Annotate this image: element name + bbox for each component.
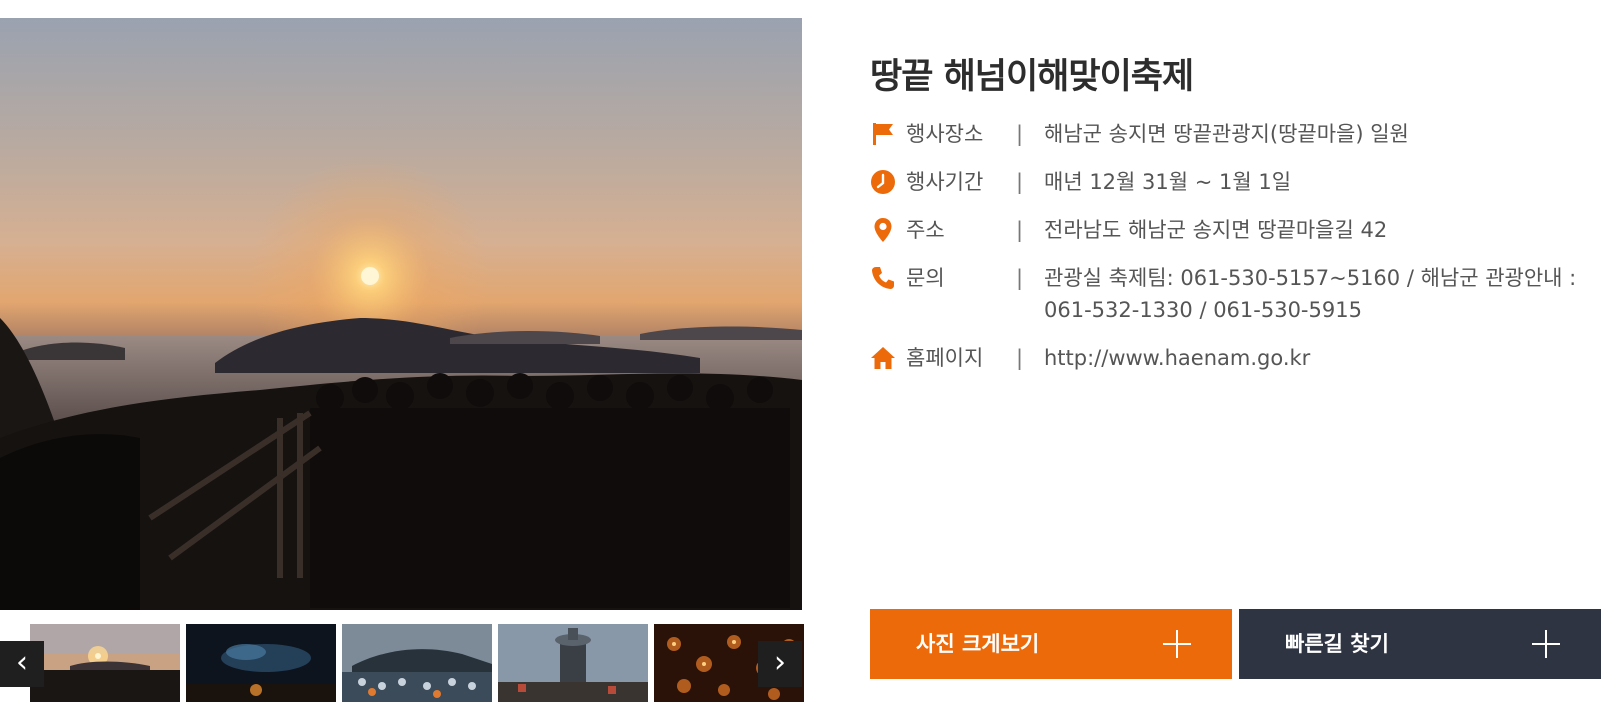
info-label: 행사장소 <box>906 122 984 146</box>
info-value-period: 매년 12월 31월 ~ 1월 1일 <box>1044 170 1292 194</box>
info-value-contact: 관광실 축제팀: 061-530-5157~5160 / 해남군 관광안내 : … <box>1044 266 1577 322</box>
info-row-homepage: 홈페이지 | http://www.haenam.go.kr <box>870 342 1620 390</box>
info-separator: | <box>1016 346 1024 370</box>
info-row-period: 행사기간 | 매년 12월 31월 ~ 1월 1일 <box>870 166 1620 214</box>
homepage-link[interactable]: http://www.haenam.go.kr <box>1044 342 1604 374</box>
plus-icon <box>1531 629 1561 659</box>
info-label: 행사기간 <box>906 170 984 194</box>
info-row-address: 주소 | 전라남도 해남군 송지면 땅끝마을길 42 <box>870 214 1620 262</box>
info-separator: | <box>1016 122 1024 146</box>
festival-info-list: 행사장소 | 해남군 송지면 땅끝관광지(땅끝마을) 일원 행사기간 | 매년 … <box>870 118 1620 390</box>
info-separator: | <box>1016 170 1024 194</box>
view-photo-large-button[interactable]: 사진 크게보기 <box>870 609 1232 679</box>
location-pin-icon <box>870 217 896 243</box>
thumbnail-strip: ‹ › <box>0 624 804 702</box>
plus-icon <box>1162 629 1192 659</box>
next-arrow-button[interactable]: › <box>758 641 802 687</box>
info-value-address: 전라남도 해남군 송지면 땅끝마을길 42 <box>1044 218 1388 242</box>
clock-icon <box>870 169 896 195</box>
main-festival-photo <box>0 18 802 610</box>
thumbnail-crowd-island[interactable] <box>342 624 492 702</box>
info-row-venue: 행사장소 | 해남군 송지면 땅끝관광지(땅끝마을) 일원 <box>870 118 1620 166</box>
festival-title: 땅끝 해넘이해맞이축제 <box>870 57 1194 97</box>
phone-icon <box>870 265 896 291</box>
thumbnail-sunset[interactable] <box>30 624 180 702</box>
find-route-label: 빠른길 찾기 <box>1285 632 1389 656</box>
find-route-button[interactable]: 빠른길 찾기 <box>1239 609 1601 679</box>
home-icon <box>870 345 896 371</box>
thumbnail-night-fireworks[interactable] <box>186 624 336 702</box>
info-value-venue: 해남군 송지면 땅끝관광지(땅끝마을) 일원 <box>1044 122 1409 146</box>
flag-icon <box>870 121 896 147</box>
info-separator: | <box>1016 218 1024 242</box>
info-row-contact: 문의 | 관광실 축제팀: 061-530-5157~5160 / 해남군 관광… <box>870 262 1620 342</box>
info-label: 문의 <box>906 266 945 290</box>
thumbnail-tower[interactable] <box>498 624 648 702</box>
prev-arrow-button[interactable]: ‹ <box>0 641 44 687</box>
view-photo-large-label: 사진 크게보기 <box>916 632 1040 656</box>
info-label: 주소 <box>906 218 945 242</box>
info-label: 홈페이지 <box>906 346 984 370</box>
info-separator: | <box>1016 266 1024 290</box>
